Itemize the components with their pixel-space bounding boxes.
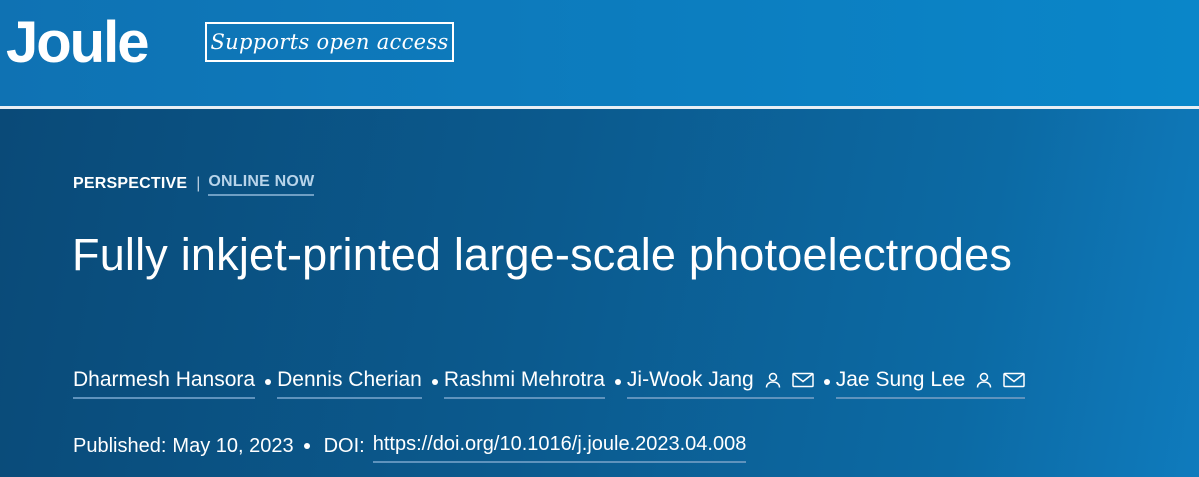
email-icon bbox=[792, 372, 814, 388]
author-separator bbox=[823, 379, 830, 385]
article-type: PERSPECTIVE bbox=[73, 174, 188, 192]
author-name: Dharmesh Hansora bbox=[73, 368, 256, 391]
open-access-badge[interactable]: Supports open access bbox=[205, 22, 454, 62]
author-link[interactable]: Jae Sung Lee bbox=[835, 365, 1026, 399]
site-header: Joule Supports open access bbox=[0, 0, 1199, 106]
doi-label: DOI: bbox=[323, 435, 365, 457]
article-status-link[interactable]: ONLINE NOW bbox=[208, 171, 315, 196]
published-label: Published: bbox=[73, 435, 167, 457]
author-separator bbox=[614, 379, 621, 385]
person-icon bbox=[975, 371, 993, 389]
author-name: Rashmi Mehrotra bbox=[443, 368, 605, 391]
publication-info: Published: May 10, 2023 DOI: https://doi… bbox=[73, 429, 747, 463]
author-list: Dharmesh Hansora Dennis Cherian Rashmi M… bbox=[73, 365, 1026, 399]
journal-logo[interactable]: Joule bbox=[6, 8, 149, 78]
doi-link[interactable]: https://doi.org/10.1016/j.joule.2023.04.… bbox=[372, 429, 747, 463]
article-title: Fully inkjet-printed large-scale photoel… bbox=[72, 229, 1013, 280]
author-name: Dennis Cherian bbox=[277, 368, 422, 391]
author-separator bbox=[431, 379, 438, 385]
article-header: PERSPECTIVE | ONLINE NOW Fully inkjet-pr… bbox=[0, 109, 1199, 477]
info-separator bbox=[303, 443, 310, 449]
article-kicker: PERSPECTIVE | ONLINE NOW bbox=[73, 171, 315, 196]
author-link[interactable]: Dennis Cherian bbox=[277, 365, 422, 399]
kicker-separator: | bbox=[196, 174, 201, 192]
author-link[interactable]: Ji-Wook Jang bbox=[626, 365, 814, 399]
author-name: Jae Sung Lee bbox=[835, 368, 966, 391]
person-icon bbox=[764, 371, 782, 389]
email-icon bbox=[1003, 372, 1026, 388]
author-link[interactable]: Dharmesh Hansora bbox=[73, 365, 256, 399]
open-access-label: Supports open access bbox=[210, 30, 449, 54]
author-link[interactable]: Rashmi Mehrotra bbox=[443, 365, 605, 399]
published-date: May 10, 2023 bbox=[172, 435, 294, 457]
author-name: Ji-Wook Jang bbox=[626, 368, 754, 391]
author-separator bbox=[265, 379, 272, 385]
